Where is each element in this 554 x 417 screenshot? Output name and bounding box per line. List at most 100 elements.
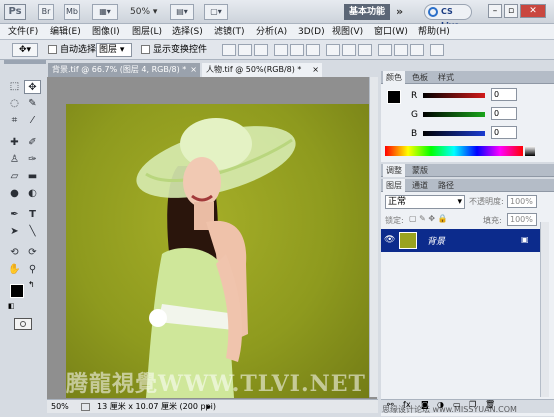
tab-adjustments[interactable]: 调整 [383,164,405,177]
healing-brush-tool-icon[interactable]: ✚ [6,136,23,150]
menu-filter[interactable]: 滤镜(T) [214,25,245,39]
eyedropper-tool-icon[interactable]: ⁄ [24,114,41,128]
tab-paths[interactable]: 路径 [435,179,457,192]
foreground-color-swatch[interactable] [10,284,24,298]
quick-mask-button[interactable] [14,318,32,330]
tools-panel-grip[interactable] [4,60,46,64]
tab-masks[interactable]: 蒙版 [409,164,431,177]
close-window-button[interactable]: ✕ [520,4,546,18]
status-zoom[interactable]: 50% [51,400,69,414]
lock-icons[interactable]: ▢ ✎ ✥ 🔒 [409,214,448,223]
3d-orbit-tool-icon[interactable]: ⟳ [24,246,41,260]
channel-g-slider[interactable] [423,112,485,117]
bridge-button[interactable]: Br [38,4,54,20]
menu-file[interactable]: 文件(F) [8,25,38,39]
portrait-photo[interactable]: 腾龍視覺WWW.TLVI.NET [66,104,369,398]
distribute-top-icon[interactable] [326,44,340,56]
align-hcenter-icon[interactable] [290,44,304,56]
auto-select-dropdown[interactable]: 图层 ▾ [96,43,132,57]
view-extras-button[interactable]: ▦▾ [92,4,118,20]
show-transform-checkbox[interactable] [141,45,150,54]
doc-tab-background-close-icon[interactable]: × [190,63,197,77]
blur-tool-icon[interactable]: ● [6,187,23,201]
auto-align-icon[interactable] [430,44,444,56]
brush-tool-icon[interactable]: ✐ [24,136,41,150]
cs-live-button[interactable]: CS Live [424,4,472,30]
distribute-hcenter-icon[interactable] [394,44,408,56]
layers-scrollbar[interactable] [540,222,549,397]
clone-stamp-tool-icon[interactable]: ♙ [6,153,23,167]
doc-tab-portrait-close-icon[interactable]: × [312,63,319,77]
mini-bridge-button[interactable]: Mb [64,4,80,20]
menu-help[interactable]: 帮助(H) [418,25,450,39]
default-colors-icon[interactable]: ◧ [8,302,15,310]
hand-tool-icon[interactable]: ✋ [6,263,23,277]
lasso-tool-icon[interactable]: ◌ [6,97,23,111]
distribute-right-icon[interactable] [410,44,424,56]
zoom-select[interactable]: 50% ▾ [130,4,157,20]
channel-r-input[interactable]: 0 [491,88,517,101]
swap-colors-icon[interactable]: ↰ [28,280,35,289]
status-info-icon[interactable] [81,403,90,411]
layer-name[interactable]: 背景 [427,234,445,247]
history-brush-tool-icon[interactable]: ✑ [24,153,41,167]
menu-window[interactable]: 窗口(W) [374,25,408,39]
tab-color[interactable]: 颜色 [383,71,405,84]
quick-select-tool-icon[interactable]: ✎ [24,97,41,111]
menu-edit[interactable]: 编辑(E) [50,25,81,39]
menu-layer[interactable]: 图层(L) [132,25,162,39]
arrange-documents-button[interactable]: ▤▾ [170,4,194,20]
distribute-bottom-icon[interactable] [358,44,372,56]
menu-analysis[interactable]: 分析(A) [256,25,287,39]
status-arrow-icon[interactable]: ▸ [207,400,211,414]
align-right-icon[interactable] [306,44,320,56]
fill-input[interactable]: 100% [507,213,537,226]
color-spectrum-bar[interactable] [385,146,523,156]
opacity-input[interactable]: 100% [507,195,537,208]
tab-styles[interactable]: 样式 [435,71,457,84]
auto-select-checkbox[interactable] [48,45,57,54]
channel-b-input[interactable]: 0 [491,126,517,139]
distribute-left-icon[interactable] [378,44,392,56]
minimize-button[interactable]: – [488,4,502,18]
channel-b-slider[interactable] [423,131,485,136]
eraser-tool-icon[interactable]: ▱ [6,170,23,184]
tab-layers[interactable]: 图层 [383,179,405,192]
eye-icon[interactable]: 👁 [384,235,395,245]
tool-preset-picker[interactable]: ✥▾ [12,43,38,57]
gradient-tool-icon[interactable]: ▬ [24,170,41,184]
tab-channels[interactable]: 通道 [409,179,431,192]
black-white-ramp[interactable] [525,146,535,156]
channel-r-slider[interactable] [423,93,485,98]
type-tool-icon[interactable]: T [24,208,41,222]
workspace-essentials-button[interactable]: 基本功能 [344,4,390,20]
zoom-tool-icon[interactable]: ⚲ [24,263,41,277]
menu-view[interactable]: 视图(V) [332,25,363,39]
tab-swatches[interactable]: 色板 [409,71,431,84]
dodge-tool-icon[interactable]: ◐ [24,187,41,201]
document-vertical-scrollbar[interactable] [369,77,378,397]
3d-rotate-tool-icon[interactable]: ⟲ [6,246,23,260]
align-top-icon[interactable] [222,44,236,56]
restore-button[interactable]: ▫ [504,4,518,18]
layer-row-background[interactable]: 👁 背景 ▣ [381,229,540,252]
line-tool-icon[interactable]: ╲ [24,225,41,239]
doc-tab-portrait[interactable]: 人物.tif @ 50%(RGB/8) * × [202,63,322,77]
align-left-icon[interactable] [274,44,288,56]
menu-select[interactable]: 选择(S) [172,25,203,39]
panel-foreground-swatch[interactable] [387,90,401,104]
menu-image[interactable]: 图像(I) [92,25,120,39]
more-workspaces-icon[interactable]: » [396,5,403,18]
marquee-tool-icon[interactable]: ⬚ [6,80,23,94]
move-tool-icon[interactable]: ✥ [24,80,41,94]
distribute-vcenter-icon[interactable] [342,44,356,56]
align-vcenter-icon[interactable] [238,44,252,56]
align-bottom-icon[interactable] [254,44,268,56]
crop-tool-icon[interactable]: ⌗ [6,114,23,128]
channel-g-input[interactable]: 0 [491,107,517,120]
path-select-tool-icon[interactable]: ➤ [6,225,23,239]
doc-tab-background[interactable]: 背景.tif @ 66.7% (图层 4, RGB/8) * × [48,63,200,77]
pen-tool-icon[interactable]: ✒ [6,208,23,222]
screen-mode-button[interactable]: ▢▾ [204,4,228,20]
blend-mode-dropdown[interactable]: 正常 ▾ [385,195,465,209]
